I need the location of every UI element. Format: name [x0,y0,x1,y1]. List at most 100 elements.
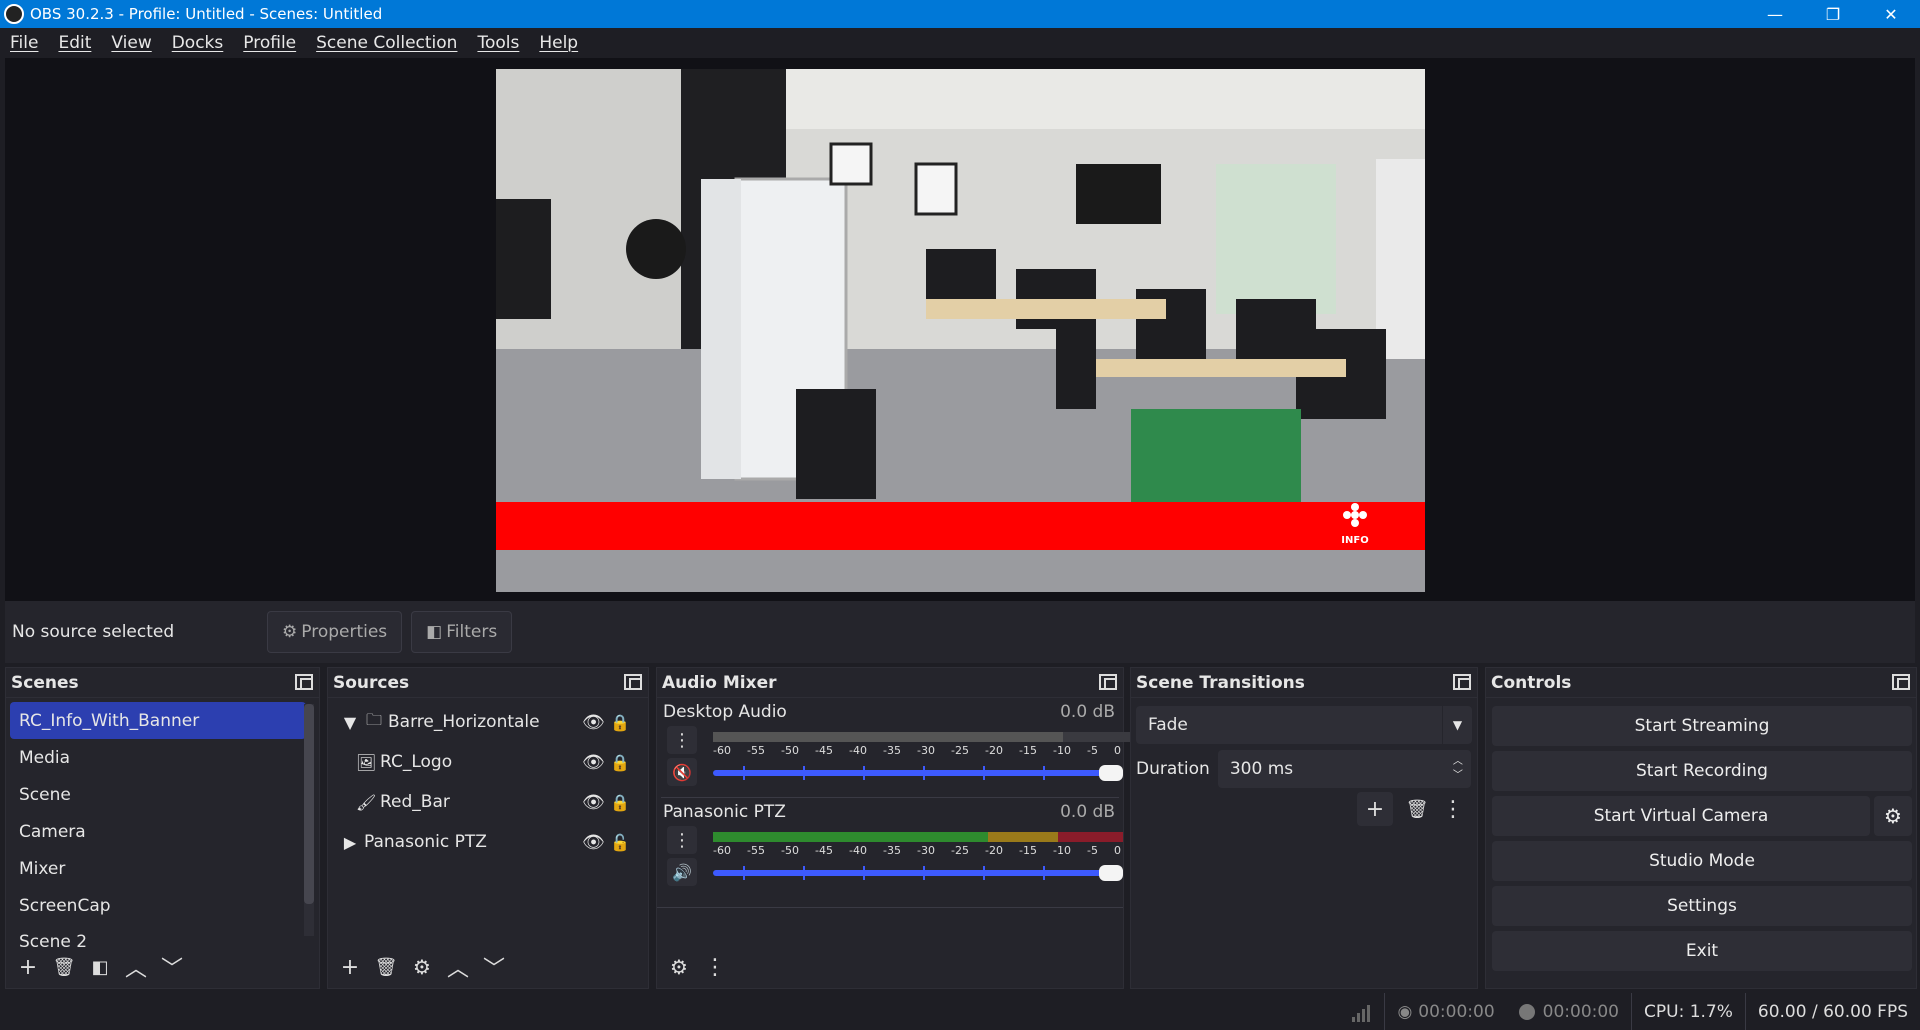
unlock-icon[interactable]: 🔓 [610,833,630,852]
visibility-eye-icon[interactable]: 👁 [582,712,605,733]
menu-scene-collection[interactable]: Scene Collection [316,33,457,53]
lock-icon[interactable]: 🔒 [610,793,630,812]
source-name: Barre_Horizontale [388,712,540,732]
scene-item[interactable]: ScreenCap [10,887,306,924]
remove-source-button[interactable]: 🗑 [368,950,404,984]
audio-mixer-title: Audio Mixer [662,672,777,693]
add-scene-button[interactable]: + [10,950,46,984]
undock-icon[interactable] [1099,674,1117,690]
duration-label: Duration [1136,759,1210,779]
maximize-button[interactable]: ❐ [1804,0,1862,28]
source-context-bar: No source selected ⚙ Properties ◧ Filter… [5,601,1915,663]
properties-button[interactable]: ⚙ Properties [267,611,403,653]
source-row[interactable]: ▶ Panasonic PTZ 👁 🔓 [340,822,640,862]
start-streaming-button[interactable]: Start Streaming [1492,706,1912,746]
undock-icon[interactable] [1453,674,1471,690]
undock-icon[interactable] [1892,674,1910,690]
scene-list[interactable]: RC_Info_With_Banner Media Scene Camera M… [10,702,306,948]
scene-filters-button[interactable]: ◧ [82,950,118,984]
spin-arrows-icon[interactable]: ︿ ﹀ [1445,750,1471,788]
lock-icon[interactable]: 🔒 [610,753,630,772]
visibility-eye-icon[interactable]: 👁 [582,752,605,773]
channel-name: Panasonic PTZ [663,802,786,822]
banner-logo-text: INFO [1341,535,1368,546]
scene-item[interactable]: Scene 2 [10,924,306,948]
volume-slider[interactable] [713,765,1123,781]
visibility-eye-icon[interactable]: 👁 [582,792,605,813]
channel-db: 0.0 dB [1060,702,1115,722]
studio-mode-button[interactable]: Studio Mode [1492,841,1912,881]
mute-button[interactable]: 🔊 [667,858,697,886]
settings-button[interactable]: Settings [1492,886,1912,926]
audio-channel-ptz: Panasonic PTZ 0.0 dB ⋮ -60 -55 -50 -45 -40 -3… [663,802,1123,897]
folder-icon: 🗀 [365,709,382,729]
vertical-dots-icon: ⋮ [704,954,726,980]
signal-bars-icon [1338,1002,1384,1022]
mute-button[interactable]: 🔇 [667,758,697,786]
menu-view[interactable]: View [111,33,151,53]
trash-icon: 🗑 [52,956,76,978]
filter-icon: ◧ [426,622,443,642]
scene-item[interactable]: Media [10,739,306,776]
duration-input[interactable]: 300 ms ︿ ﹀ [1217,750,1471,788]
virtual-camera-settings-button[interactable]: ⚙ [1874,796,1912,836]
visibility-eye-icon[interactable]: 👁 [582,832,605,853]
record-time: 00:00:00 [1542,1001,1619,1022]
remove-transition-button[interactable]: 🗑 [1399,792,1435,826]
volume-slider-knob[interactable] [1099,865,1123,881]
menu-edit[interactable]: Edit [58,33,91,53]
scene-item[interactable]: RC_Info_With_Banner [10,702,306,739]
add-transition-button[interactable]: + [1357,792,1393,826]
source-row[interactable]: 🖼 RC_Logo 👁 🔒 [340,742,640,782]
meter-ticks: -60 -55 -50 -45 -40 -35 -30 -25 -20 -15 -10 -5 0 [713,744,1121,757]
scene-scrollbar[interactable] [304,704,314,936]
source-row[interactable]: ▼ 🗀 Barre_Horizontale 👁 🔒 [340,702,640,742]
volume-slider[interactable] [713,865,1123,881]
expand-triangle-icon[interactable]: ▼ [340,713,360,732]
close-button[interactable]: ✕ [1862,0,1920,28]
source-name: RC_Logo [380,752,453,772]
gears-icon: ⚙ [670,955,688,979]
menu-tools[interactable]: Tools [477,33,519,53]
stream-time: 00:00:00 [1418,1001,1495,1022]
move-scene-down-button[interactable]: ﹀ [154,950,190,984]
mixer-menu-button[interactable]: ⋮ [697,950,733,984]
advanced-audio-button[interactable]: ⚙ [661,950,697,984]
move-source-down-button[interactable]: ﹀ [476,950,512,984]
preview-area[interactable]: INFO [5,58,1915,601]
scene-item[interactable]: Scene [10,776,306,813]
minimize-button[interactable]: — [1746,0,1804,28]
menu-help[interactable]: Help [539,33,578,53]
channel-menu-button[interactable]: ⋮ [667,826,697,854]
menu-profile[interactable]: Profile [243,33,296,53]
start-virtual-camera-button[interactable]: Start Virtual Camera [1492,796,1870,836]
channel-menu-button[interactable]: ⋮ [667,726,697,754]
undock-icon[interactable] [624,674,642,690]
scene-item[interactable]: Camera [10,813,306,850]
undock-icon[interactable] [295,674,313,690]
source-name: Red_Bar [380,792,450,812]
remove-scene-button[interactable]: 🗑 [46,950,82,984]
filters-button[interactable]: ◧ Filters [411,611,513,653]
exit-button[interactable]: Exit [1492,931,1912,971]
menu-docks[interactable]: Docks [172,33,224,53]
move-source-up-button[interactable]: ︿ [440,950,476,984]
lock-icon[interactable]: 🔒 [610,713,630,732]
menu-file[interactable]: File [10,33,38,53]
speaker-muted-icon: 🔇 [672,762,692,782]
source-row[interactable]: 🖌 Red_Bar 👁 🔒 [340,782,640,822]
trash-icon: 🗑 [374,956,398,978]
move-scene-up-button[interactable]: ︿ [118,950,154,984]
program-preview[interactable]: INFO [496,69,1425,592]
transition-menu-button[interactable]: ⋮ [1435,792,1471,826]
vertical-dots-icon: ⋮ [673,829,691,851]
record-status-icon [1518,1003,1535,1020]
gear-icon: ⚙ [413,955,431,979]
start-recording-button[interactable]: Start Recording [1492,751,1912,791]
volume-slider-knob[interactable] [1099,765,1123,781]
transition-select[interactable]: Fade ▼ [1136,706,1472,744]
add-source-button[interactable]: + [332,950,368,984]
scene-item[interactable]: Mixer [10,850,306,887]
source-properties-button[interactable]: ⚙ [404,950,440,984]
volume-meter: -60 -55 -50 -45 -40 -35 -30 -25 -20 -15 -10 -5 0 [713,732,1133,757]
